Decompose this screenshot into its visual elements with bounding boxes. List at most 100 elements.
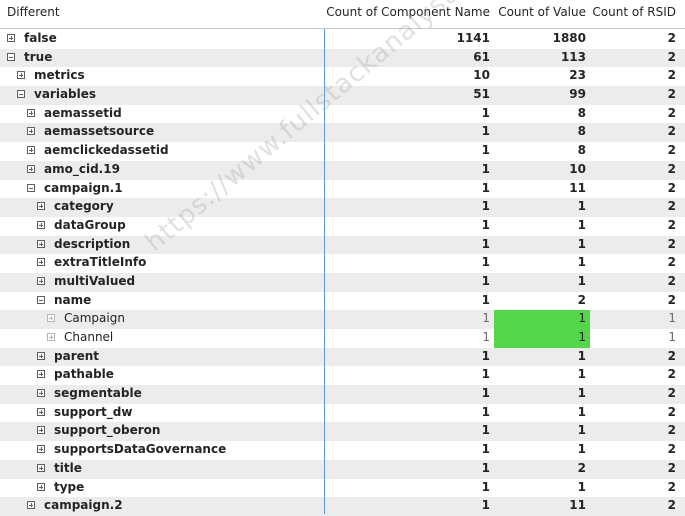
header-count-of-value[interactable]: Count of Value <box>498 5 586 19</box>
cell-count-of-value: 10 <box>569 161 586 176</box>
cell-count-of-rsid: 2 <box>667 442 676 457</box>
cell-count-of-value: 1 <box>577 367 586 382</box>
expand-icon[interactable] <box>47 314 55 323</box>
expand-icon[interactable] <box>17 71 25 80</box>
table-row[interactable]: category 1 1 2 <box>0 198 685 217</box>
table-row[interactable]: Campaign 1 1 1 <box>0 310 685 329</box>
expand-icon[interactable] <box>27 108 35 117</box>
table-row[interactable]: extraTitleInfo 1 1 2 <box>0 254 685 273</box>
cell-count-of-rsid: 2 <box>667 199 676 214</box>
expand-icon[interactable] <box>27 127 35 136</box>
expand-icon[interactable] <box>37 258 45 267</box>
table-row[interactable]: title 1 2 2 <box>0 459 685 479</box>
cell-count-of-rsid: 2 <box>667 367 676 382</box>
row-label: support_oberon <box>54 423 161 438</box>
column-header-row: Different Count of Component Name Count … <box>0 0 685 28</box>
row-label: variables <box>34 87 97 102</box>
header-count-of-rsid[interactable]: Count of RSID <box>592 5 676 19</box>
row-label: type <box>54 479 85 494</box>
row-label: category <box>54 199 114 214</box>
row-header-separator[interactable] <box>324 29 325 514</box>
expand-icon[interactable] <box>37 351 45 360</box>
cell-count-of-rsid: 2 <box>667 423 676 438</box>
table-row[interactable]: metrics 10 23 2 <box>0 67 685 86</box>
collapse-icon[interactable] <box>7 52 15 61</box>
expand-icon[interactable] <box>37 407 45 416</box>
collapse-icon[interactable] <box>27 183 35 192</box>
table-row[interactable]: description 1 1 2 <box>0 235 685 255</box>
table-row[interactable]: variables 51 99 2 <box>0 86 685 105</box>
expand-icon[interactable] <box>7 34 15 42</box>
row-label: multiValued <box>54 273 136 288</box>
cell-count-of-value: 1880 <box>552 31 586 45</box>
table-row[interactable]: campaign.2 1 11 2 <box>0 497 685 516</box>
collapse-icon[interactable] <box>37 295 45 304</box>
table-row[interactable]: segmentable 1 1 2 <box>0 385 685 404</box>
cell-count-of-rsid: 2 <box>667 124 676 139</box>
collapse-icon[interactable] <box>17 90 25 99</box>
cell-count-of-value: 1 <box>577 442 586 457</box>
expand-icon[interactable] <box>27 501 35 510</box>
cell-count-of-value: 2 <box>577 292 586 307</box>
row-label: extraTitleInfo <box>54 255 147 270</box>
table-row[interactable]: parent 1 1 2 <box>0 347 685 367</box>
cell-count-of-value: 1 <box>578 311 586 326</box>
cell-count-of-value: 1 <box>577 479 586 494</box>
expand-icon[interactable] <box>37 389 45 398</box>
row-label: support_dw <box>54 404 133 419</box>
table-row[interactable]: name 1 2 2 <box>0 292 685 311</box>
row-label: dataGroup <box>54 217 126 232</box>
row-label: aemassetsource <box>44 124 155 139</box>
table-row[interactable]: true 61 113 2 <box>0 48 685 68</box>
expand-icon[interactable] <box>37 482 45 491</box>
cell-count-of-value: 1 <box>577 348 586 363</box>
cell-count-of-rsid: 2 <box>667 68 676 83</box>
row-label: name <box>54 292 92 307</box>
table-row[interactable]: type 1 1 2 <box>0 479 685 498</box>
header-different[interactable]: Different <box>7 5 60 19</box>
expand-icon[interactable] <box>37 370 45 379</box>
expand-icon[interactable] <box>37 239 45 248</box>
cell-count-of-rsid: 2 <box>667 105 676 120</box>
table-row[interactable]: aemclickedassetid 1 8 2 <box>0 142 685 161</box>
expand-icon[interactable] <box>27 164 35 173</box>
row-label: Channel <box>64 330 114 344</box>
table-row[interactable]: amo_cid.19 1 10 2 <box>0 160 685 180</box>
cell-count-of-value: 23 <box>569 68 586 83</box>
row-label: Campaign <box>64 311 125 326</box>
cell-count-of-rsid: 2 <box>667 273 676 288</box>
row-label: description <box>54 236 131 251</box>
table-row[interactable]: campaign.1 1 11 2 <box>0 180 685 199</box>
header-divider <box>0 28 685 29</box>
expand-icon[interactable] <box>37 276 45 285</box>
expand-icon[interactable] <box>37 426 45 435</box>
table-row[interactable]: support_dw 1 1 2 <box>0 404 685 423</box>
expand-icon[interactable] <box>27 146 35 155</box>
cell-count-of-rsid: 2 <box>667 87 676 102</box>
expand-icon[interactable] <box>37 220 45 229</box>
table-row[interactable]: Channel 1 1 1 <box>0 329 685 348</box>
row-label: title <box>54 460 82 475</box>
table-row[interactable]: dataGroup 1 1 2 <box>0 217 685 236</box>
cell-count-of-rsid: 2 <box>667 236 676 251</box>
table-row[interactable]: aemassetid 1 8 2 <box>0 105 685 124</box>
cell-count-of-rsid: 2 <box>667 292 676 307</box>
table-row[interactable]: supportsDataGovernance 1 1 2 <box>0 441 685 460</box>
table-row[interactable]: multiValued 1 1 2 <box>0 272 685 292</box>
row-label: supportsDataGovernance <box>54 442 227 457</box>
row-label: pathable <box>54 367 114 382</box>
expand-icon[interactable] <box>37 463 45 472</box>
table-row[interactable]: support_oberon 1 1 2 <box>0 422 685 442</box>
cell-count-of-value: 1 <box>577 273 586 288</box>
expand-icon[interactable] <box>37 445 45 454</box>
cell-count-of-value: 1 <box>577 386 586 401</box>
table-row[interactable]: pathable 1 1 2 <box>0 366 685 385</box>
cell-count-of-rsid: 2 <box>667 498 676 513</box>
row-label: metrics <box>34 68 85 83</box>
expand-icon[interactable] <box>47 333 55 341</box>
table-row[interactable]: aemassetsource 1 8 2 <box>0 123 685 143</box>
cell-count-of-value: 8 <box>577 143 586 158</box>
header-count-of-component-name[interactable]: Count of Component Name <box>326 5 490 19</box>
expand-icon[interactable] <box>37 202 45 211</box>
table-row[interactable]: false 1141 1880 2 <box>0 30 685 49</box>
